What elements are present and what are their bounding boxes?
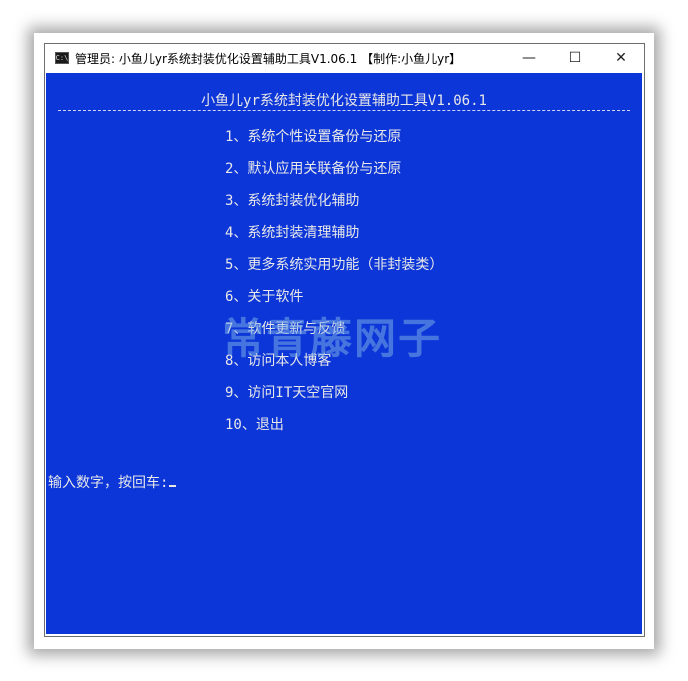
window-controls: — ☐ ✕ — [506, 44, 644, 72]
minimize-button[interactable]: — — [506, 44, 552, 72]
prompt-label: 输入数字，按回车: — [48, 475, 169, 491]
console-area[interactable]: 小鱼儿yr系统封装优化设置辅助工具V1.06.1 1、系统个性设置备份与还原 2… — [46, 73, 642, 634]
cmd-icon: C:\ — [55, 52, 69, 64]
maximize-button[interactable]: ☐ — [552, 44, 598, 72]
dashed-divider — [58, 110, 630, 111]
close-button[interactable]: ✕ — [598, 44, 644, 72]
menu-item-4: 4、系统封装清理辅助 — [225, 225, 360, 241]
menu-list: 1、系统个性设置备份与还原 2、默认应用关联备份与还原 3、系统封装优化辅助 4… — [225, 121, 443, 441]
input-prompt[interactable]: 输入数字，按回车: — [48, 472, 177, 492]
menu-item-7: 7、软件更新与反馈 — [225, 321, 346, 337]
menu-item-5: 5、更多系统实用功能（非封装类） — [225, 257, 444, 273]
menu-item-8: 8、访问本人博客 — [225, 353, 332, 369]
menu-item-10: 10、退出 — [225, 417, 284, 433]
menu-item-9: 9、访问IT天空官网 — [225, 385, 349, 401]
console-window: C:\ 管理员: 小鱼儿yr系统封装优化设置辅助工具V1.06.1 【制作:小鱼… — [44, 43, 645, 637]
menu-item-3: 3、系统封装优化辅助 — [225, 193, 360, 209]
menu-item-2: 2、默认应用关联备份与还原 — [225, 161, 402, 177]
text-cursor — [169, 485, 177, 487]
title-bar[interactable]: C:\ 管理员: 小鱼儿yr系统封装优化设置辅助工具V1.06.1 【制作:小鱼… — [45, 44, 644, 72]
window-title: 管理员: 小鱼儿yr系统封装优化设置辅助工具V1.06.1 【制作:小鱼儿yr】 — [75, 51, 462, 66]
console-header: 小鱼儿yr系统封装优化设置辅助工具V1.06.1 — [201, 93, 487, 109]
menu-item-6: 6、关于软件 — [225, 289, 304, 305]
menu-item-1: 1、系统个性设置备份与还原 — [225, 129, 402, 145]
